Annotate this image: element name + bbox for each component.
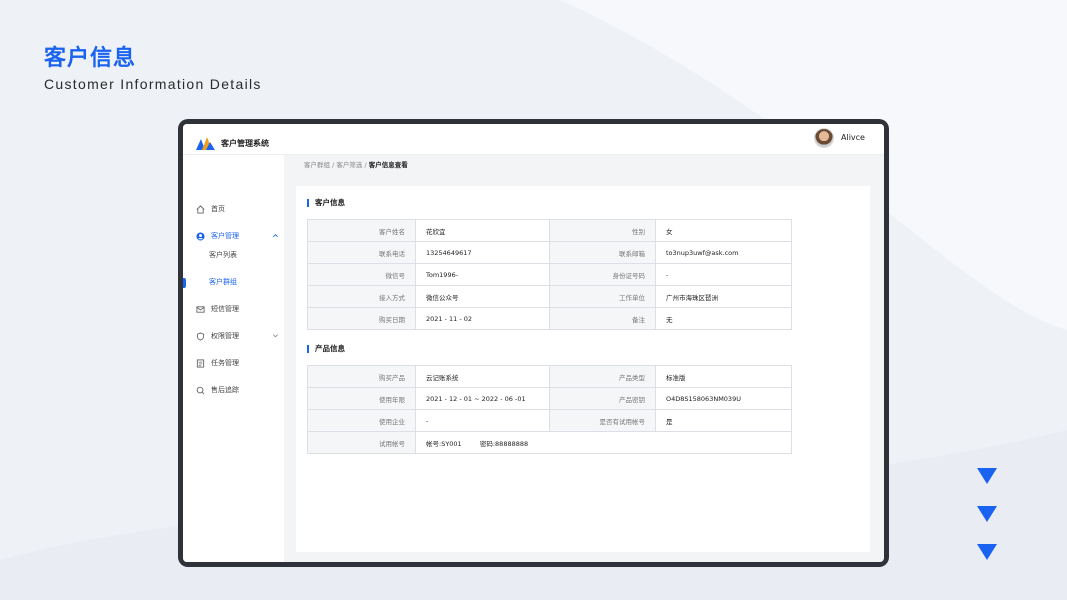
field-label: 联系邮箱: [549, 241, 656, 264]
sidebar-item-label: 首页: [211, 205, 225, 213]
down-arrow-icon: [977, 506, 997, 522]
breadcrumb-separator: /: [332, 161, 335, 169]
mail-icon: [196, 305, 205, 313]
field-label: 身份证号码: [549, 263, 656, 286]
field-label: 产品密钥: [549, 387, 656, 410]
field-value: 微信公众号: [415, 285, 550, 308]
table-row: 购买产品 云记账系统 产品类型 标准版: [307, 365, 792, 388]
sidebar-item-home[interactable]: 首页: [183, 202, 284, 216]
sidebar: 首页 客户管理 客户列表 客户群组 短信管理 权限管理 任务管理 售后追踪: [183, 155, 284, 562]
field-label: 使用企业: [307, 409, 416, 432]
trial-account: 帐号:SY001: [426, 439, 462, 448]
table-row: 联系电话 13254649617 联系邮箱 to3nup3uwf@ask.com: [307, 241, 792, 264]
section-title-customer: 客户信息: [307, 199, 345, 207]
sidebar-item-permissions[interactable]: 权限管理: [183, 329, 284, 343]
table-row: 试用帐号 帐号:SY001 密码:88888888: [307, 431, 792, 454]
app-window: 客户管理系统 Alivce 首页 客户管理 客户列表 客户群组 短信管理 权限管…: [183, 124, 884, 562]
device-frame: 客户管理系统 Alivce 首页 客户管理 客户列表 客户群组 短信管理 权限管…: [178, 119, 889, 567]
field-value: 广州市海珠区琶洲: [655, 285, 792, 308]
sidebar-item-label: 售后追踪: [211, 386, 239, 394]
top-bar: 客户管理系统 Alivce: [183, 124, 884, 155]
field-value: 2021 - 11 - 02: [415, 307, 550, 330]
app-logo-icon: [196, 137, 215, 150]
field-label: 购买日期: [307, 307, 416, 330]
sidebar-item-label: 短信管理: [211, 305, 239, 313]
decorative-arrows: [977, 468, 999, 582]
sidebar-item-sms[interactable]: 短信管理: [183, 302, 284, 316]
customer-info-table: 客户姓名 花欣宜 性别 女 联系电话 13254649617 联系邮箱 to3n…: [307, 219, 792, 330]
field-value: 花欣宜: [415, 219, 550, 242]
field-label: 接入方式: [307, 285, 416, 308]
field-value: 标准版: [655, 365, 792, 388]
field-value: -: [655, 263, 792, 286]
sidebar-item-after-sales[interactable]: 售后追踪: [183, 383, 284, 397]
table-row: 客户姓名 花欣宜 性别 女: [307, 219, 792, 242]
field-value: Tom1996-: [415, 263, 550, 286]
breadcrumb-separator: /: [364, 161, 367, 169]
home-icon: [196, 204, 205, 214]
product-info-table: 购买产品 云记账系统 产品类型 标准版 使用年限 2021 - 12 - 01 …: [307, 365, 792, 454]
sidebar-item-label: 客户群组: [209, 278, 237, 286]
breadcrumb-item[interactable]: 客户群组: [304, 161, 330, 169]
field-label: 试用帐号: [307, 431, 416, 454]
field-label: 联系电话: [307, 241, 416, 264]
trial-account-value: 帐号:SY001 密码:88888888: [415, 431, 792, 454]
table-row: 微信号 Tom1996- 身份证号码 -: [307, 263, 792, 286]
sidebar-item-label: 任务管理: [211, 359, 239, 367]
sidebar-item-label: 客户管理: [211, 232, 239, 240]
breadcrumb-current: 客户信息查看: [368, 161, 408, 169]
shield-icon: [196, 331, 205, 341]
field-label: 微信号: [307, 263, 416, 286]
user-name[interactable]: Alivce: [841, 133, 865, 142]
section-title-product: 产品信息: [307, 345, 345, 353]
sidebar-item-label: 客户列表: [209, 251, 237, 259]
sidebar-item-customer-list[interactable]: 客户列表: [183, 248, 284, 262]
field-label: 客户姓名: [307, 219, 416, 242]
field-value: -: [415, 409, 550, 432]
down-arrow-icon: [977, 468, 997, 484]
field-label: 性别: [549, 219, 656, 242]
user-circle-icon: [196, 231, 205, 241]
table-row: 使用年限 2021 - 12 - 01 ~ 2022 - 06 -01 产品密钥…: [307, 387, 792, 410]
sidebar-item-customer-management[interactable]: 客户管理: [183, 229, 284, 243]
avatar[interactable]: [814, 128, 834, 148]
breadcrumb: 客户群组 / 客户筛选 / 客户信息查看: [304, 159, 408, 169]
page-title: 客户信息: [44, 46, 137, 71]
field-label: 是否有试用帐号: [549, 409, 656, 432]
breadcrumb-item[interactable]: 客户筛选: [336, 161, 362, 169]
sidebar-item-customer-group[interactable]: 客户群组: [183, 275, 284, 289]
down-arrow-icon: [977, 544, 997, 560]
task-icon: [196, 358, 205, 368]
field-value: O4D8S158063NM039U: [655, 387, 792, 410]
field-value: 女: [655, 219, 792, 242]
field-value: 云记账系统: [415, 365, 550, 388]
tracking-icon: [196, 386, 205, 394]
field-value: 2021 - 12 - 01 ~ 2022 - 06 -01: [415, 387, 550, 410]
sidebar-item-tasks[interactable]: 任务管理: [183, 356, 284, 370]
field-label: 使用年限: [307, 387, 416, 410]
table-row: 使用企业 - 是否有试用帐号 是: [307, 409, 792, 432]
app-name: 客户管理系统: [221, 139, 269, 148]
field-label: 工作单位: [549, 285, 656, 308]
detail-panel: 客户信息 客户姓名 花欣宜 性别 女 联系电话 13254649617 联系邮箱…: [296, 186, 870, 552]
trial-password: 密码:88888888: [479, 439, 529, 448]
field-value: 13254649617: [415, 241, 550, 264]
table-row: 接入方式 微信公众号 工作单位 广州市海珠区琶洲: [307, 285, 792, 308]
chevron-down-icon: [273, 334, 278, 338]
field-value: to3nup3uwf@ask.com: [655, 241, 792, 264]
field-label: 产品类型: [549, 365, 656, 388]
field-label: 备注: [549, 307, 656, 330]
page-subtitle: Customer Information Details: [44, 76, 262, 92]
field-value: 是: [655, 409, 792, 432]
chevron-up-icon: [273, 234, 278, 238]
table-row: 购买日期 2021 - 11 - 02 备注 无: [307, 307, 792, 330]
field-label: 购买产品: [307, 365, 416, 388]
field-value: 无: [655, 307, 792, 330]
sidebar-item-label: 权限管理: [211, 332, 239, 340]
